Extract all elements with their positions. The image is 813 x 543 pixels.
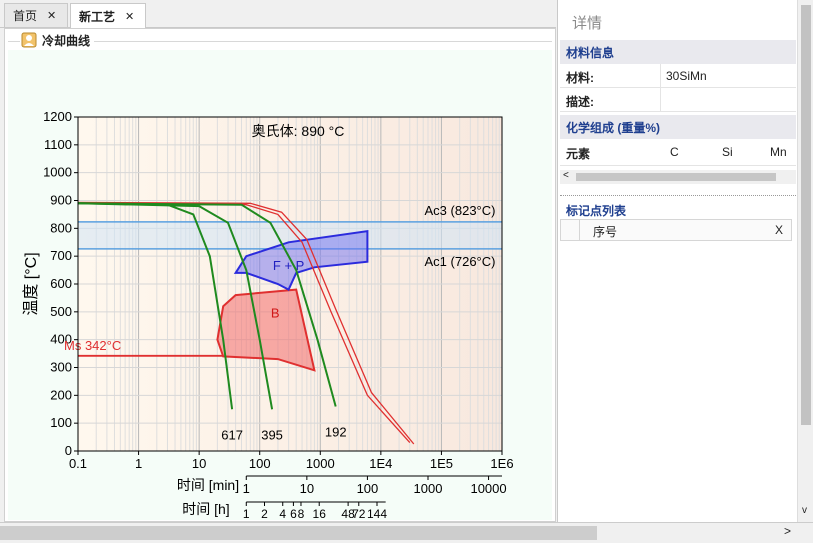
detail-panel: 详情 材料信息 材料: 30SiMn 描述: 化学组成 (重量%) 元素 C S… — [557, 0, 798, 522]
chevron-down-icon[interactable]: v — [802, 505, 807, 516]
material-row: 材料: 30SiMn — [560, 64, 796, 88]
material-section: 材料信息 — [560, 40, 796, 64]
group-label: 冷却曲线 — [42, 33, 91, 48]
si-header: Si — [722, 145, 733, 159]
vertical-scrollbar[interactable]: v — [797, 0, 813, 522]
chevron-right-icon[interactable]: > — [784, 524, 791, 538]
y-tick-label: 1200 — [43, 109, 72, 124]
y-tick-label: 600 — [50, 276, 72, 291]
y-tick-label: 800 — [50, 220, 72, 235]
ac1-label: Ac1 (726°C) — [425, 254, 496, 269]
c-header: C — [670, 145, 679, 159]
marker-section: 标记点列表 — [566, 204, 627, 218]
ms-label: Ms 342°C — [64, 338, 121, 353]
divider — [660, 64, 661, 87]
axis-3-label: 16 — [313, 507, 327, 520]
chem-scrollbar[interactable]: < — [560, 170, 796, 184]
description-row: 描述: — [560, 88, 796, 112]
description-label: 描述: — [566, 95, 594, 109]
horizontal-scrollbar[interactable]: > — [0, 522, 813, 543]
material-value[interactable]: 30SiMn — [666, 69, 707, 83]
element-header: 元素 — [566, 147, 591, 161]
y-tick-label: 1100 — [44, 137, 72, 152]
tab-label: 新工艺 — [79, 9, 116, 24]
x-tick-label: 1E5 — [430, 456, 453, 471]
cooling-chart: 0100200300400500600700800900100011001200… — [22, 109, 514, 521]
x-header: X — [775, 223, 784, 237]
axis-2-label: 10 — [300, 481, 314, 496]
x-tick-label: 1000 — [306, 456, 335, 471]
y-tick-label: 900 — [50, 193, 72, 208]
axis-3-label: 2 — [261, 507, 268, 520]
y-axis-label: 温度 [°C] — [22, 252, 40, 315]
chem-section: 化学组成 (重量%) — [560, 115, 796, 139]
y-tick-label: 100 — [50, 415, 72, 430]
x-tick-label: 100 — [249, 456, 271, 471]
ac3-label: Ac3 (823°C) — [425, 203, 496, 218]
close-icon[interactable]: ✕ — [47, 9, 56, 22]
tab-new-process[interactable]: 新工艺 ✕ — [70, 3, 146, 28]
mn-header: Mn — [770, 145, 787, 159]
x-tick-label: 1E6 — [490, 456, 513, 471]
cooling-curve-label: 617 — [221, 427, 243, 442]
splitter[interactable] — [560, 187, 796, 196]
divider — [579, 220, 580, 240]
y-tick-label: 700 — [50, 248, 72, 263]
axis-3-label: 144 — [367, 507, 387, 520]
axis-3-label: 4 — [279, 507, 286, 520]
x-tick-label: 10 — [192, 456, 206, 471]
index-header: 序号 — [593, 225, 618, 239]
tab-home[interactable]: 首页 ✕ — [4, 3, 68, 27]
scrollbar-thumb[interactable] — [576, 173, 776, 181]
panel-title: 详情 — [572, 15, 603, 32]
axis-2-label: 100 — [357, 481, 379, 496]
x-tick-label: 0.1 — [69, 456, 87, 471]
chart-area: 0 100 200 300 400 500 600 700 800 900 1000 1100 1200… — [8, 50, 552, 521]
close-icon[interactable]: ✕ — [125, 10, 134, 23]
axis-3-label: 6 — [290, 507, 297, 520]
axis-3-label: 8 — [298, 507, 305, 520]
chem-header-row: 元素 C Si Mn — [560, 140, 796, 166]
tab-bar: 首页 ✕ 新工艺 ✕ — [0, 0, 556, 28]
x-axis-label-min: 时间 [min] — [177, 477, 239, 493]
cooling-curve-label: 192 — [325, 424, 347, 439]
cooling-curve-label: 395 — [261, 427, 283, 442]
y-tick-label: 1000 — [43, 165, 72, 180]
y-tick-label: 500 — [50, 304, 72, 319]
marker-table-header: 序号 X — [560, 219, 792, 241]
fp-label: F + P — [273, 258, 304, 273]
y-tick-label: 300 — [50, 360, 72, 375]
axis-2-label: 10000 — [470, 481, 506, 496]
b-label: B — [271, 305, 280, 320]
chevron-left-icon[interactable]: < — [563, 170, 569, 181]
material-label: 材料: — [566, 71, 594, 85]
x-tick-label: 1 — [135, 456, 142, 471]
tab-label: 首页 — [13, 9, 38, 23]
divider — [660, 88, 661, 111]
axis-2-label: 1 — [243, 481, 250, 496]
axis-3-label: 1 — [243, 507, 250, 520]
axis-2-label: 1000 — [414, 481, 443, 496]
group-title: 冷却曲线 — [20, 31, 95, 49]
scrollbar-thumb[interactable] — [801, 5, 811, 425]
user-icon — [21, 32, 37, 48]
scrollbar-thumb[interactable] — [0, 526, 597, 540]
axis-3-label: 72 — [352, 507, 366, 520]
chart-title: 奥氏体: 890 °C — [252, 123, 345, 139]
y-tick-label: 200 — [50, 387, 72, 402]
x-axis-label-h: 时间 [h] — [182, 501, 229, 517]
x-tick-label: 1E4 — [369, 456, 392, 471]
